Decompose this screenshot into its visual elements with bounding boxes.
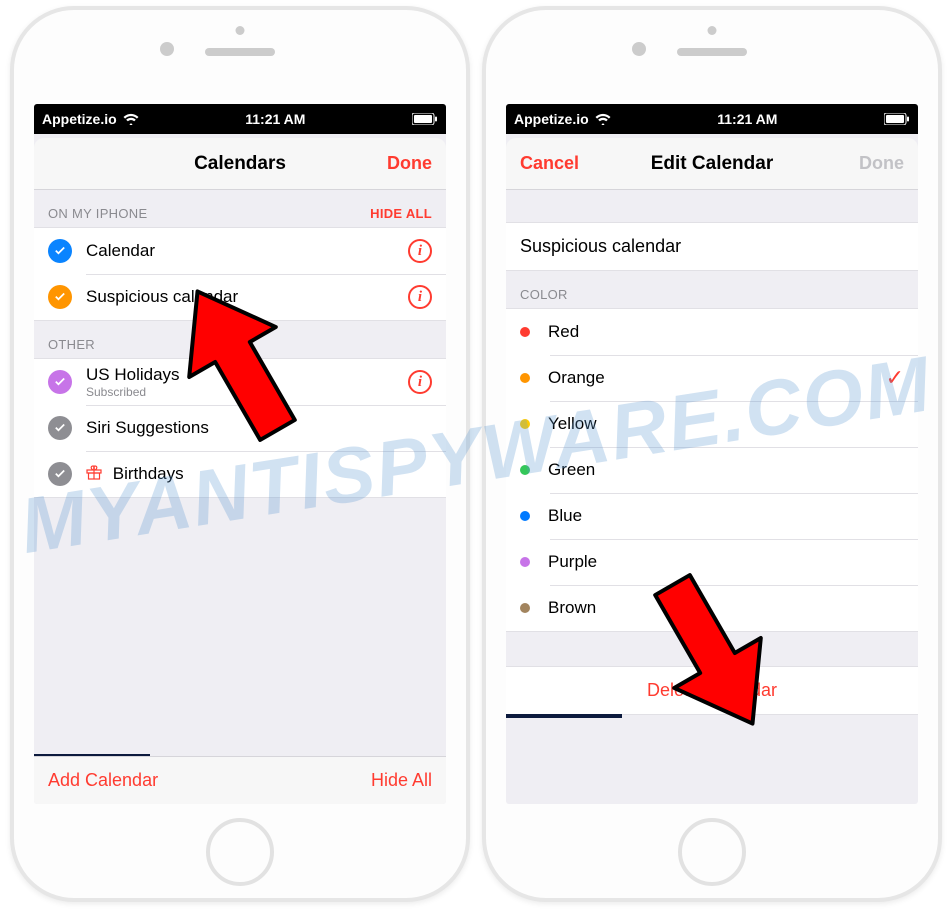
status-bar: Appetize.io 11:21 AM [34,104,446,134]
calendar-row-holidays[interactable]: US Holidays Subscribed i [34,359,446,405]
hide-all-button[interactable]: Hide All [371,770,432,791]
calendar-list-other: US Holidays Subscribed i Siri Suggestion… [34,358,446,498]
color-row-orange[interactable]: Orange ✓ [506,355,918,401]
color-dot-icon [520,603,530,613]
status-bar: Appetize.io 11:21 AM [506,104,918,134]
section-header-other: OTHER [34,321,446,358]
checkbox-icon[interactable] [48,370,72,394]
calendar-label: Birthdays [86,464,432,484]
info-icon[interactable]: i [408,285,432,309]
checkbox-icon[interactable] [48,285,72,309]
color-label: Red [548,322,904,342]
calendar-sublabel: Subscribed [86,385,408,399]
bottom-toolbar: Add Calendar Hide All [34,756,446,804]
color-dot-icon [520,511,530,521]
content-area: COLOR Red Orange ✓ Yellow Gre [506,190,918,804]
page-indicator [506,714,622,718]
calendar-label: Suspicious calendar [86,287,408,307]
color-dot-icon [520,373,530,383]
calendar-name-cell[interactable] [506,222,918,271]
calendar-label: Siri Suggestions [86,418,432,438]
carrier-label: Appetize.io [42,111,117,127]
proximity-sensor [236,26,245,35]
navbar-calendars: Calendars Done [34,138,446,190]
checkbox-icon[interactable] [48,416,72,440]
screen-right: Appetize.io 11:21 AM Cancel Edit Calenda… [506,104,918,804]
home-button[interactable] [678,818,746,886]
section-header-iphone: ON MY IPHONE HIDE ALL [34,190,446,227]
color-row-purple[interactable]: Purple [506,539,918,585]
color-label: Green [548,460,904,480]
color-dot-icon [520,465,530,475]
battery-icon [884,113,910,125]
color-label: Purple [548,552,904,572]
delete-calendar-button[interactable]: Delete Calendar [506,666,918,715]
color-dot-icon [520,419,530,429]
proximity-sensor [708,26,717,35]
wifi-icon [123,113,139,125]
content-area: ON MY IPHONE HIDE ALL Calendar i Suspici… [34,190,446,804]
battery-icon [412,113,438,125]
screen-left: Appetize.io 11:21 AM Calendars Done ON M… [34,104,446,804]
checkbox-icon[interactable] [48,462,72,486]
carrier-label: Appetize.io [514,111,589,127]
color-label: Yellow [548,414,904,434]
navbar-edit: Cancel Edit Calendar Done [506,138,918,190]
clock-label: 11:21 AM [717,111,777,127]
section-header-color: COLOR [506,271,918,308]
section-label: OTHER [48,337,95,352]
color-row-green[interactable]: Green [506,447,918,493]
color-row-brown[interactable]: Brown [506,585,918,631]
gift-icon [86,464,107,483]
info-icon[interactable]: i [408,239,432,263]
color-row-red[interactable]: Red [506,309,918,355]
color-label: Blue [548,506,904,526]
front-camera [160,42,174,56]
color-row-blue[interactable]: Blue [506,493,918,539]
speaker-grill [677,48,747,56]
color-dot-icon [520,557,530,567]
color-dot-icon [520,327,530,337]
page-title: Edit Calendar [651,153,773,175]
checkbox-icon[interactable] [48,239,72,263]
color-label: Brown [548,598,904,618]
calendar-name-field[interactable] [506,223,918,270]
clock-label: 11:21 AM [245,111,305,127]
checkmark-icon: ✓ [886,365,904,391]
calendar-label: Calendar [86,241,408,261]
speaker-grill [205,48,275,56]
color-list: Red Orange ✓ Yellow Green Blue [506,308,918,632]
calendar-row-suspicious[interactable]: Suspicious calendar i [34,274,446,320]
info-icon[interactable]: i [408,370,432,394]
add-calendar-button[interactable]: Add Calendar [48,770,158,791]
section-label: COLOR [520,287,568,302]
done-button-disabled: Done [845,138,918,189]
done-button[interactable]: Done [373,138,446,189]
calendar-list-iphone: Calendar i Suspicious calendar i [34,227,446,321]
color-label: Orange [548,368,886,388]
calendar-row-siri[interactable]: Siri Suggestions [34,405,446,451]
phone-frame-left: Appetize.io 11:21 AM Calendars Done ON M… [10,6,470,902]
calendar-row-calendar[interactable]: Calendar i [34,228,446,274]
front-camera [632,42,646,56]
color-row-yellow[interactable]: Yellow [506,401,918,447]
wifi-icon [595,113,611,125]
calendar-label: US Holidays [86,365,408,385]
section-label: ON MY IPHONE [48,206,147,221]
page-title: Calendars [194,153,286,175]
home-button[interactable] [206,818,274,886]
calendar-row-birthdays[interactable]: Birthdays [34,451,446,497]
cancel-button[interactable]: Cancel [506,138,593,189]
phone-frame-right: Appetize.io 11:21 AM Cancel Edit Calenda… [482,6,942,902]
hide-all-link[interactable]: HIDE ALL [370,206,432,221]
